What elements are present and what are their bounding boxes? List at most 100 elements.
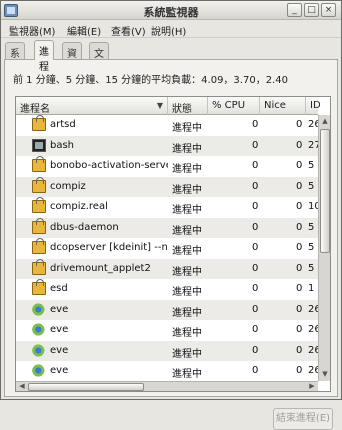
process-status: 進程中 bbox=[172, 348, 202, 360]
eye-icon bbox=[32, 323, 46, 336]
column-header-cpu[interactable]: % CPU bbox=[208, 97, 260, 115]
tab-processes[interactable]: 進程 bbox=[34, 40, 54, 73]
process-row[interactable]: eve 進程中 0 0 26 bbox=[16, 340, 318, 361]
menu-bar: 監視器(M) 編輯(E) 查看(V) 說明(H) bbox=[1, 20, 341, 38]
process-status: 進程中 bbox=[172, 225, 202, 237]
process-row[interactable]: eve 進程中 0 0 26 bbox=[16, 299, 318, 320]
package-icon bbox=[32, 279, 46, 295]
tab-system[interactable]: 系統 bbox=[5, 42, 25, 75]
process-status: 進程中 bbox=[172, 184, 202, 196]
process-row[interactable]: eve 進程中 0 0 26 bbox=[16, 320, 318, 341]
process-cpu: 0 bbox=[252, 344, 259, 356]
package-icon bbox=[32, 197, 46, 213]
process-name: compiz bbox=[50, 180, 86, 192]
process-id: 26 bbox=[308, 324, 318, 335]
process-name: bonobo-activation-server bbox=[50, 160, 168, 171]
process-row[interactable]: drivemount_applet2 進程中 0 0 5 bbox=[16, 258, 318, 279]
process-id: 5 bbox=[308, 262, 315, 274]
process-cpu: 0 bbox=[252, 242, 259, 253]
process-list[interactable]: 進程名 ▼ 狀態 % CPU Nice ID artsd 進程中 0 0 26 bash 進… bbox=[15, 96, 331, 392]
process-nice: 0 bbox=[296, 180, 303, 192]
column-header-nice[interactable]: Nice bbox=[260, 97, 306, 115]
horizontal-scrollbar[interactable]: ◀ ▶ bbox=[16, 381, 318, 391]
scroll-up-icon[interactable]: ▲ bbox=[319, 115, 330, 128]
scroll-left-icon[interactable]: ◀ bbox=[16, 381, 28, 391]
package-icon bbox=[32, 115, 46, 131]
process-cpu: 0 bbox=[252, 303, 259, 315]
process-name: artsd bbox=[50, 119, 76, 130]
tab-resources[interactable]: 資源 bbox=[62, 42, 82, 75]
scroll-right-icon[interactable]: ▶ bbox=[306, 381, 318, 391]
scroll-down-icon[interactable]: ▼ bbox=[319, 368, 330, 381]
process-status: 進程中 bbox=[172, 205, 202, 216]
process-id: 26 bbox=[308, 303, 318, 315]
process-id: 1 bbox=[308, 283, 315, 294]
menu-help[interactable]: 說明(H) bbox=[151, 23, 186, 38]
menu-view[interactable]: 查看(V) bbox=[111, 23, 146, 38]
process-name: compiz.real bbox=[50, 201, 108, 212]
process-status: 進程中 bbox=[172, 287, 202, 298]
process-row[interactable]: bash 進程中 0 0 27 bbox=[16, 135, 318, 156]
process-nice: 0 bbox=[296, 119, 303, 130]
process-cpu: 0 bbox=[252, 139, 259, 151]
process-name: eve bbox=[50, 365, 69, 376]
process-cpu: 0 bbox=[252, 221, 259, 233]
eye-icon bbox=[32, 343, 46, 357]
process-row[interactable]: dbus-daemon 進程中 0 0 5 bbox=[16, 217, 318, 238]
process-id: 10 bbox=[308, 201, 318, 212]
package-icon bbox=[32, 156, 46, 172]
process-id: 27 bbox=[308, 139, 318, 151]
process-nice: 0 bbox=[296, 283, 303, 294]
process-status: 進程中 bbox=[172, 328, 202, 339]
process-row[interactable]: dcopserver [kdeinit] --no 進程中 0 0 5 bbox=[16, 238, 318, 259]
process-id: 26 bbox=[308, 119, 318, 130]
column-header-name[interactable]: 進程名 ▼ bbox=[16, 97, 168, 115]
process-nice: 0 bbox=[296, 344, 303, 356]
package-icon bbox=[32, 258, 46, 275]
load-average-text: 前 1 分鐘、5 分鐘、15 分鐘的平均負載：4.09，3.70，2.40 bbox=[13, 75, 288, 86]
minimize-button[interactable]: _ bbox=[287, 3, 302, 17]
column-header-id[interactable]: ID bbox=[306, 97, 320, 115]
maximize-button[interactable]: □ bbox=[304, 3, 319, 17]
eye-icon bbox=[32, 302, 46, 316]
process-cpu: 0 bbox=[252, 201, 259, 212]
sort-descending-icon: ▼ bbox=[156, 101, 163, 110]
process-name: esd bbox=[50, 283, 68, 294]
horizontal-scroll-thumb[interactable] bbox=[28, 383, 144, 391]
process-name: bash bbox=[50, 139, 75, 151]
process-nice: 0 bbox=[296, 324, 303, 335]
end-process-button[interactable]: 結束進程(E) bbox=[273, 408, 333, 430]
process-id: 5 bbox=[308, 160, 315, 171]
process-nice: 0 bbox=[296, 262, 303, 274]
title-bar[interactable]: 系統監視器 _ □ × bbox=[1, 1, 341, 20]
close-button[interactable]: × bbox=[321, 3, 336, 17]
process-name: dbus-daemon bbox=[50, 221, 119, 233]
vertical-scrollbar[interactable]: ▲ ▼ bbox=[318, 115, 330, 381]
process-status: 進程中 bbox=[172, 143, 202, 155]
process-rows: artsd 進程中 0 0 26 bash 進程中 0 0 27 bonobo-activation… bbox=[16, 115, 318, 381]
process-row[interactable]: bonobo-activation-server 進程中 0 0 5 bbox=[16, 156, 318, 177]
process-nice: 0 bbox=[296, 242, 303, 253]
eye-icon bbox=[32, 364, 46, 377]
process-nice: 0 bbox=[296, 160, 303, 171]
menu-edit[interactable]: 編輯(E) bbox=[67, 23, 101, 38]
process-status: 進程中 bbox=[172, 266, 202, 278]
terminal-icon bbox=[32, 138, 46, 152]
tab-file-systems[interactable]: 文件系統 bbox=[89, 42, 109, 105]
process-name: eve bbox=[50, 303, 69, 315]
process-row[interactable]: artsd 進程中 0 0 26 bbox=[16, 115, 318, 136]
column-header-status[interactable]: 狀態 bbox=[168, 97, 208, 115]
package-icon bbox=[32, 176, 46, 193]
process-status: 進程中 bbox=[172, 369, 202, 380]
process-status: 進程中 bbox=[172, 123, 202, 134]
process-row[interactable]: esd 進程中 0 0 1 bbox=[16, 279, 318, 300]
process-row[interactable]: compiz 進程中 0 0 5 bbox=[16, 176, 318, 197]
process-name: eve bbox=[50, 324, 69, 335]
process-cpu: 0 bbox=[252, 283, 259, 294]
menu-monitor[interactable]: 監視器(M) bbox=[9, 23, 55, 38]
process-status: 進程中 bbox=[172, 246, 202, 257]
process-name: eve bbox=[50, 344, 69, 356]
process-row[interactable]: eve 進程中 0 0 26 bbox=[16, 361, 318, 381]
vertical-scroll-thumb[interactable] bbox=[320, 129, 330, 253]
process-row[interactable]: compiz.real 進程中 0 0 10 bbox=[16, 197, 318, 218]
